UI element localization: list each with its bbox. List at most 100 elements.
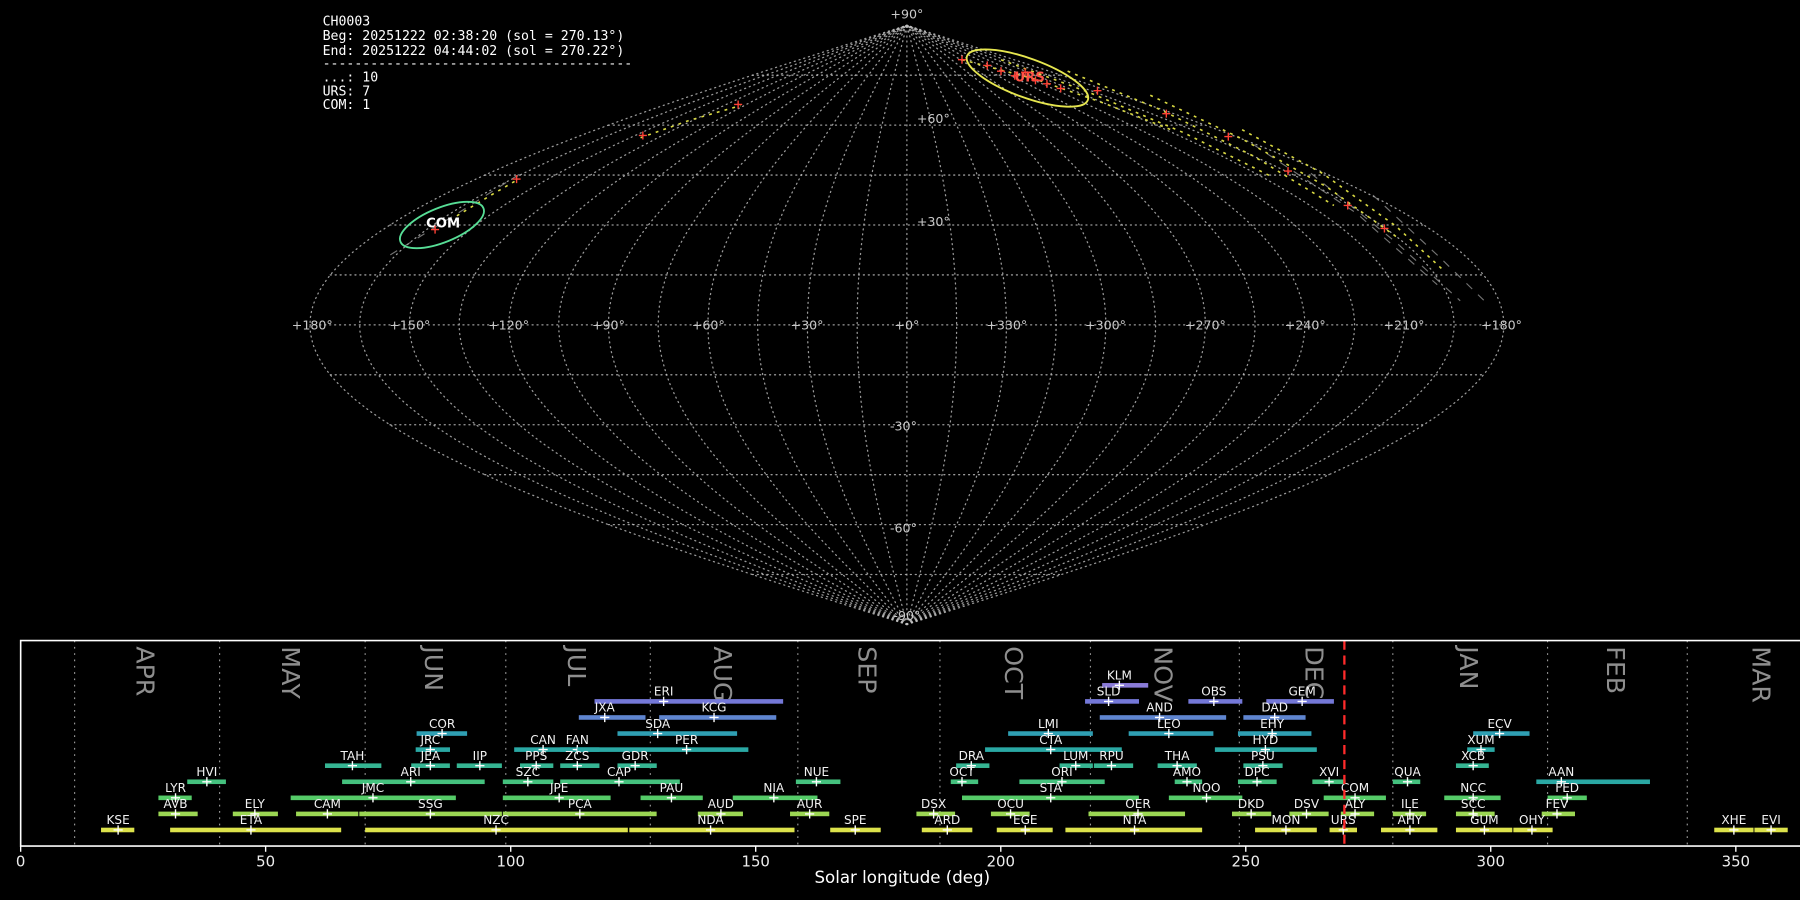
shower-dpc: DPC bbox=[1237, 765, 1277, 787]
session-info-block: CH0003 Beg: 20251222 02:38:20 (sol = 270… bbox=[323, 14, 633, 113]
shower-qua: QUA bbox=[1392, 765, 1422, 787]
shower-label: LEO bbox=[1157, 717, 1181, 731]
shower-label: LMI bbox=[1038, 717, 1059, 731]
map-lon-label: +180° bbox=[292, 317, 333, 332]
shower-ahy: AHY bbox=[1380, 813, 1438, 835]
shower-label: MON bbox=[1271, 813, 1300, 827]
shower-label: PPS bbox=[525, 749, 547, 763]
shower-label: SSG bbox=[418, 797, 443, 811]
station-id: CH0003 bbox=[323, 14, 371, 29]
shower-sld: SLD bbox=[1085, 685, 1140, 706]
shower-label: KCG bbox=[702, 701, 727, 715]
meteor-radiant-marker bbox=[1056, 84, 1065, 93]
session-begin: Beg: 20251222 02:38:20 (sol = 270.13°) bbox=[323, 29, 625, 44]
shower-label: XUM bbox=[1467, 733, 1494, 747]
shower-eri: ERI bbox=[594, 685, 784, 706]
x-tick-label: 250 bbox=[1232, 853, 1260, 871]
shower-nta: NTA bbox=[1065, 813, 1203, 835]
shower-label: KLM bbox=[1107, 669, 1132, 683]
count-urs: URS: 7 bbox=[323, 84, 371, 99]
shower-label: LUM bbox=[1063, 749, 1088, 763]
map-lon-label: +90° bbox=[592, 317, 625, 332]
meteor-radiant-marker bbox=[1162, 109, 1171, 118]
shower-label: AAN bbox=[1548, 765, 1574, 779]
shower-tah: TAH bbox=[324, 749, 382, 771]
shower-label: ELY bbox=[245, 797, 266, 811]
shower-obs: OBS bbox=[1188, 685, 1243, 706]
shower-label: COR bbox=[429, 717, 456, 731]
meteor-radiant-marker bbox=[1283, 167, 1293, 176]
shower-label: EHY bbox=[1260, 717, 1285, 731]
shower-evi: EVI bbox=[1754, 813, 1788, 835]
shower-label: THA bbox=[1164, 749, 1190, 763]
shower-label: ALY bbox=[1345, 797, 1366, 811]
shower-activity-bar bbox=[170, 827, 342, 833]
month-label-mar: MAR bbox=[1747, 646, 1776, 703]
shower-aan: AAN bbox=[1536, 765, 1650, 787]
shower-kse: KSE bbox=[101, 813, 135, 835]
shower-label: PER bbox=[675, 733, 699, 747]
count-com: COM: 1 bbox=[323, 98, 371, 113]
shower-noo: NOO bbox=[1168, 781, 1243, 803]
x-tick-label: 300 bbox=[1477, 853, 1505, 871]
shower-label: STA bbox=[1040, 781, 1063, 795]
shower-nue: NUE bbox=[795, 765, 841, 787]
shower-label: DKD bbox=[1238, 797, 1264, 811]
month-label-nov: NOV bbox=[1149, 646, 1178, 702]
shower-label: NTA bbox=[1123, 813, 1147, 827]
shower-label: XHE bbox=[1721, 813, 1746, 827]
shower-label: XVI bbox=[1319, 765, 1339, 779]
shower-label: EVI bbox=[1761, 813, 1780, 827]
shower-leo: LEO bbox=[1128, 717, 1214, 739]
shower-label: SZC bbox=[516, 765, 540, 779]
shower-per: PER bbox=[577, 733, 749, 755]
shower-avb: AVB bbox=[158, 797, 198, 819]
map-lon-label: +210° bbox=[1383, 317, 1424, 332]
map-lon-label: +270° bbox=[1185, 317, 1226, 332]
map-lat-label: -60° bbox=[890, 521, 917, 536]
shower-xhe: XHE bbox=[1714, 813, 1754, 835]
map-lat-label: -30° bbox=[890, 418, 917, 433]
shower-label: HYD bbox=[1253, 733, 1279, 747]
month-label-oct: OCT bbox=[999, 646, 1028, 700]
shower-label: AND bbox=[1146, 701, 1173, 715]
map-lat-label: +30° bbox=[917, 214, 950, 229]
shower-label: PSU bbox=[1251, 749, 1275, 763]
month-label-aug: AUG bbox=[708, 646, 737, 701]
shower-label: DSV bbox=[1294, 797, 1320, 811]
x-axis-label: Solar longitude (deg) bbox=[815, 868, 991, 887]
shower-kcg: KCG bbox=[659, 701, 777, 723]
meteor-track bbox=[1149, 94, 1397, 238]
shower-label: SPE bbox=[844, 813, 867, 827]
meteor-track-unmatched bbox=[1372, 194, 1486, 303]
shower-activity-bar bbox=[1536, 779, 1650, 785]
radiant-plot-page: { "info": { "lines": [ "CH0003", "Beg: 2… bbox=[0, 0, 1800, 900]
shower-label: JMC bbox=[361, 781, 384, 795]
shower-rpu: RPU bbox=[1093, 749, 1134, 771]
shower-label: EGE bbox=[1013, 813, 1038, 827]
x-tick-label: 50 bbox=[256, 853, 275, 871]
shower-label: ARD bbox=[934, 813, 960, 827]
shower-label: CAM bbox=[314, 797, 341, 811]
shower-gum: GUM bbox=[1455, 813, 1513, 835]
radiant-plot-figure: URSCOM +90° -90° +60° +30° -30° -60° +180° +150… bbox=[16, 6, 1800, 887]
shower-szc: SZC bbox=[502, 765, 554, 787]
shower-label: DAD bbox=[1261, 701, 1288, 715]
month-label-may: MAY bbox=[276, 646, 305, 699]
map-lon-label: +330° bbox=[986, 317, 1027, 332]
map-lon-label: +30° bbox=[791, 317, 824, 332]
shower-label: DRA bbox=[959, 749, 985, 763]
map-lat-label: +90° bbox=[890, 6, 923, 21]
shower-label: IIP bbox=[473, 749, 487, 763]
month-label-jul: JUL bbox=[562, 644, 591, 686]
shower-label: JRC bbox=[419, 733, 440, 747]
shower-label: NOO bbox=[1193, 781, 1221, 795]
shower-nda: NDA bbox=[629, 813, 795, 835]
meteor-track-unmatched bbox=[1253, 144, 1438, 286]
shower-label: CTA bbox=[1039, 733, 1063, 747]
shower-ssg: SSG bbox=[359, 797, 502, 819]
shower-label: CAP bbox=[607, 765, 631, 779]
map-lon-label: +240° bbox=[1285, 317, 1326, 332]
shower-iip: IIP bbox=[456, 749, 502, 771]
shower-label: NIA bbox=[763, 781, 785, 795]
